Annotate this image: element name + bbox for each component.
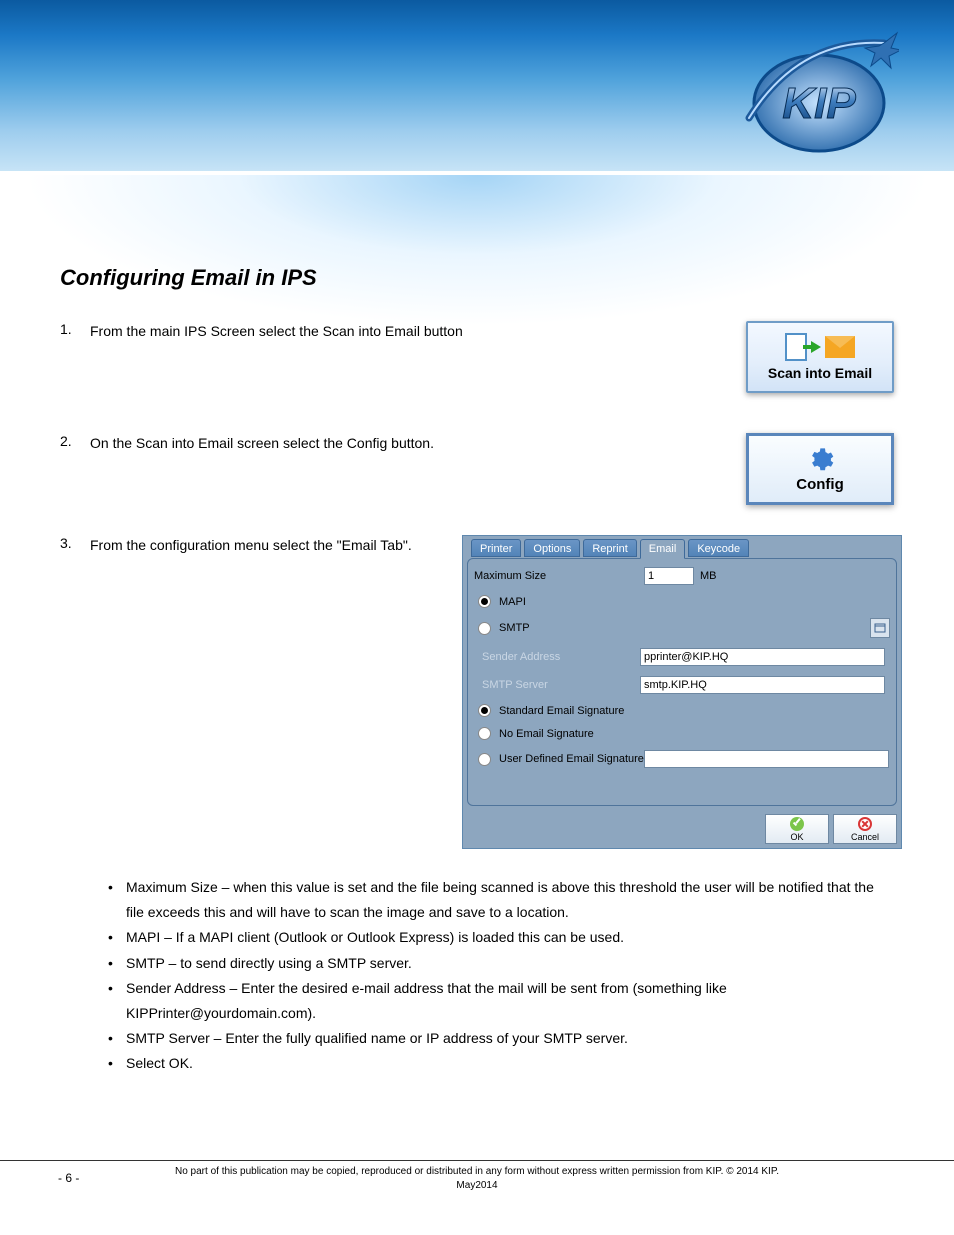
tab-keycode[interactable]: Keycode <box>688 539 749 557</box>
sig-standard-label: Standard Email Signature <box>499 705 624 717</box>
tab-options[interactable]: Options <box>524 539 580 557</box>
copyright-icon: © <box>726 1166 733 1177</box>
mapi-label: MAPI <box>499 596 526 608</box>
smtp-label: SMTP <box>499 622 530 634</box>
step-text: On the Scan into Email screen select the… <box>90 433 734 454</box>
sender-address-label: Sender Address <box>482 651 640 663</box>
step-text: From the main IPS Screen select the Scan… <box>90 321 734 342</box>
sig-none-radio[interactable] <box>478 727 491 740</box>
svg-text:KIP: KIP <box>782 79 856 128</box>
dialog-icon <box>874 622 886 634</box>
sender-address-input[interactable] <box>640 648 885 666</box>
ok-button[interactable]: OK <box>765 814 829 844</box>
config-label: Config <box>796 476 843 493</box>
cancel-icon <box>858 817 872 831</box>
step-2: 2. On the Scan into Email screen select … <box>60 433 894 505</box>
bullet-item: SMTP Server – Enter the fully qualified … <box>126 1026 628 1051</box>
bullet-item: Sender Address – Enter the desired e-mai… <box>126 976 894 1026</box>
footer-copyright: 2014 KIP. <box>734 1166 779 1177</box>
sig-user-label: User Defined Email Signature <box>499 753 644 765</box>
step-number: 1. <box>60 321 90 337</box>
footer-date: May2014 <box>456 1180 497 1191</box>
step-3: 3. From the configuration menu select th… <box>60 535 894 849</box>
config-dialog: Printer Options Reprint Email Keycode Ma… <box>462 535 902 849</box>
sig-none-label: No Email Signature <box>499 728 594 740</box>
step-text: From the configuration menu select the "… <box>90 535 450 556</box>
smtp-server-input[interactable] <box>640 676 885 694</box>
max-size-unit: MB <box>700 570 717 582</box>
kip-logo: KIP <box>739 28 899 158</box>
tab-bar: Printer Options Reprint Email Keycode <box>463 536 901 558</box>
scan-into-email-button[interactable]: Scan into Email <box>746 321 894 393</box>
mapi-radio[interactable] <box>478 595 491 608</box>
step-1: 1. From the main IPS Screen select the S… <box>60 321 894 393</box>
smtp-radio[interactable] <box>478 622 491 635</box>
tab-reprint[interactable]: Reprint <box>583 539 636 557</box>
arrow-right-icon <box>811 341 821 353</box>
tab-printer[interactable]: Printer <box>471 539 521 557</box>
max-size-label: Maximum Size <box>474 570 644 582</box>
envelope-icon <box>825 336 855 358</box>
step-number: 2. <box>60 433 90 449</box>
bullet-list: •Maximum Size – when this value is set a… <box>108 875 894 1077</box>
bullet-item: SMTP – to send directly using a SMTP ser… <box>126 951 412 976</box>
sig-standard-radio[interactable] <box>478 704 491 717</box>
smtp-server-label: SMTP Server <box>482 679 640 691</box>
config-button[interactable]: Config <box>746 433 894 505</box>
smtp-settings-button[interactable] <box>870 618 890 638</box>
page-title: Configuring Email in IPS <box>60 265 894 291</box>
scan-email-label: Scan into Email <box>768 365 872 381</box>
tab-email[interactable]: Email <box>640 539 686 559</box>
sig-user-radio[interactable] <box>478 753 491 766</box>
bullet-item: Select OK. <box>126 1051 193 1076</box>
bullet-item: Maximum Size – when this value is set an… <box>126 875 894 925</box>
footer-rule <box>0 1160 954 1161</box>
check-icon <box>790 817 804 831</box>
step-number: 3. <box>60 535 90 551</box>
gear-icon <box>806 446 834 474</box>
max-size-input[interactable] <box>644 567 694 585</box>
bullet-item: MAPI – If a MAPI client (Outlook or Outl… <box>126 925 624 950</box>
footer-text-1: No part of this publication may be copie… <box>175 1166 726 1177</box>
footer: No part of this publication may be copie… <box>0 1165 954 1193</box>
page-content: Configuring Email in IPS 1. From the mai… <box>0 175 954 1077</box>
email-panel: Maximum Size MB MAPI SMTP <box>467 558 897 806</box>
cancel-button[interactable]: Cancel <box>833 814 897 844</box>
sig-user-input[interactable] <box>644 750 889 768</box>
